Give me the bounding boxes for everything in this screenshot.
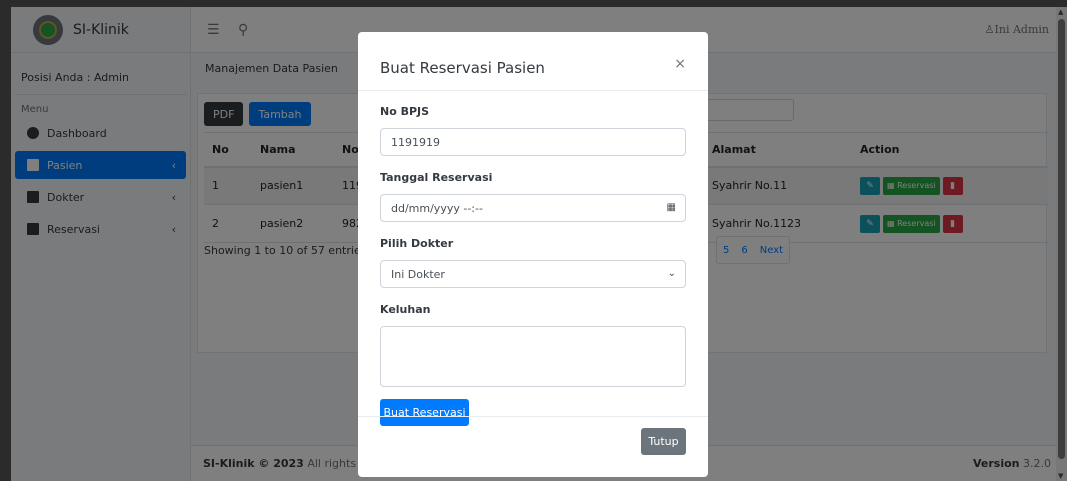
modal-footer: Tutup: [358, 416, 708, 477]
reservation-modal: Buat Reservasi Pasien × No BPJS 1191919 …: [358, 32, 708, 477]
date-placeholder: dd/mm/yyyy --:--: [391, 201, 483, 215]
date-field[interactable]: dd/mm/yyyy --:-- ▦: [380, 194, 686, 222]
bpjs-label: No BPJS: [380, 105, 430, 118]
modal-header: Buat Reservasi Pasien ×: [358, 32, 708, 91]
modal-title: Buat Reservasi Pasien: [380, 59, 545, 77]
complaint-label: Keluhan: [380, 303, 431, 316]
date-label: Tanggal Reservasi: [380, 171, 493, 184]
calendar-icon[interactable]: ▦: [667, 202, 676, 213]
bpjs-field[interactable]: 1191919: [380, 128, 686, 156]
bpjs-value: 1191919: [391, 135, 440, 149]
complaint-textarea[interactable]: [380, 326, 686, 387]
close-modal-button[interactable]: Tutup: [641, 428, 686, 455]
doctor-select[interactable]: Ini Dokter ⌄: [380, 260, 686, 288]
chevron-down-icon: ⌄: [667, 268, 676, 279]
doctor-selected-value: Ini Dokter: [391, 267, 445, 281]
close-icon[interactable]: ×: [674, 56, 686, 72]
doctor-label: Pilih Dokter: [380, 237, 454, 250]
modal-body: No BPJS 1191919 Tanggal Reservasi dd/mm/…: [358, 91, 708, 426]
